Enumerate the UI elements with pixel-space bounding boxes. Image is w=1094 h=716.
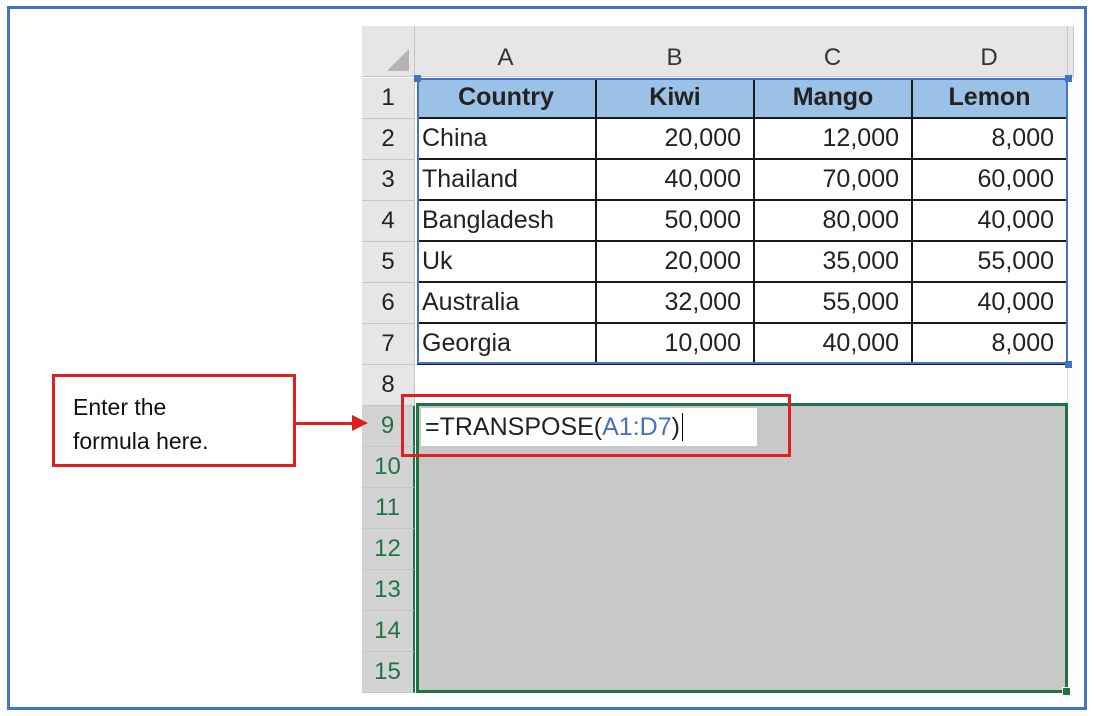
table-cell[interactable]: Bangladesh: [417, 201, 597, 242]
table-cell[interactable]: Thailand: [417, 160, 597, 201]
table-cell[interactable]: 20,000: [597, 119, 755, 160]
row-header-10[interactable]: 10: [362, 447, 415, 488]
row-header-5[interactable]: 5: [362, 242, 415, 283]
table-cell[interactable]: 35,000: [755, 242, 913, 283]
row-header-6[interactable]: 6: [362, 283, 415, 324]
row-header-1[interactable]: 1: [362, 78, 415, 119]
text-cursor: [681, 413, 683, 441]
arrow-right-icon: [352, 415, 368, 431]
row-header-9[interactable]: 9: [362, 406, 415, 447]
table-cell[interactable]: Australia: [417, 283, 597, 324]
formula-range-reference: A1:D7: [602, 412, 672, 441]
row-header-8[interactable]: 8: [362, 365, 415, 406]
row-header-2[interactable]: 2: [362, 119, 415, 160]
table-cell[interactable]: 70,000: [755, 160, 913, 201]
row-header-15[interactable]: 15: [362, 652, 415, 693]
column-header-b[interactable]: B: [595, 26, 755, 77]
formula-prefix: =TRANSPOSE(: [425, 412, 603, 441]
table-cell[interactable]: 12,000: [755, 119, 913, 160]
row-header-11[interactable]: 11: [362, 488, 415, 529]
select-all-corner[interactable]: [362, 26, 415, 77]
table-cell[interactable]: 80,000: [755, 201, 913, 242]
spreadsheet: A B C D 1 2 3 4 5 6 7 8 9 10 11 12 13 14 15 Country Kiwi Mang…: [362, 26, 1074, 696]
table-cell[interactable]: 10,000: [597, 324, 755, 365]
table-cell[interactable]: 50,000: [597, 201, 755, 242]
callout-line-2: formula here.: [73, 428, 209, 454]
instruction-callout: Enter the formula here.: [52, 374, 296, 467]
table-cell[interactable]: China: [417, 119, 597, 160]
row-header-7[interactable]: 7: [362, 324, 415, 365]
table-cell[interactable]: 40,000: [755, 324, 913, 365]
table-cell[interactable]: Georgia: [417, 324, 597, 365]
table-cell[interactable]: Uk: [417, 242, 597, 283]
header-cell-kiwi[interactable]: Kiwi: [597, 78, 755, 119]
empty-row-8[interactable]: [417, 365, 1068, 406]
header-cell-lemon[interactable]: Lemon: [913, 78, 1068, 119]
column-header-a[interactable]: A: [415, 26, 597, 77]
row-header-14[interactable]: 14: [362, 611, 415, 652]
header-cell-mango[interactable]: Mango: [755, 78, 913, 119]
column-header-d[interactable]: D: [911, 26, 1068, 77]
table-cell[interactable]: 8,000: [913, 119, 1068, 160]
row-header-13[interactable]: 13: [362, 570, 415, 611]
row-header-12[interactable]: 12: [362, 529, 415, 570]
column-header-c[interactable]: C: [753, 26, 913, 77]
table-cell[interactable]: 60,000: [913, 160, 1068, 201]
table-cell[interactable]: 8,000: [913, 324, 1068, 365]
table-cell[interactable]: 32,000: [597, 283, 755, 324]
fill-handle[interactable]: [1062, 687, 1071, 696]
table-cell[interactable]: 55,000: [913, 242, 1068, 283]
column-header-filler: [1068, 26, 1074, 77]
row-header-4[interactable]: 4: [362, 201, 415, 242]
callout-line-1: Enter the: [73, 394, 167, 420]
header-cell-country[interactable]: Country: [417, 78, 597, 119]
row-header-3[interactable]: 3: [362, 160, 415, 201]
formula-edit-cell[interactable]: =TRANSPOSE(A1:D7): [421, 408, 757, 446]
arrow-shaft: [296, 422, 354, 425]
table-cell[interactable]: 40,000: [597, 160, 755, 201]
table-cell[interactable]: 40,000: [913, 283, 1068, 324]
formula-suffix: ): [671, 412, 680, 441]
table-cell[interactable]: 40,000: [913, 201, 1068, 242]
table-cell[interactable]: 55,000: [755, 283, 913, 324]
output-range-selection[interactable]: =TRANSPOSE(A1:D7): [416, 403, 1071, 696]
table-cell[interactable]: 20,000: [597, 242, 755, 283]
